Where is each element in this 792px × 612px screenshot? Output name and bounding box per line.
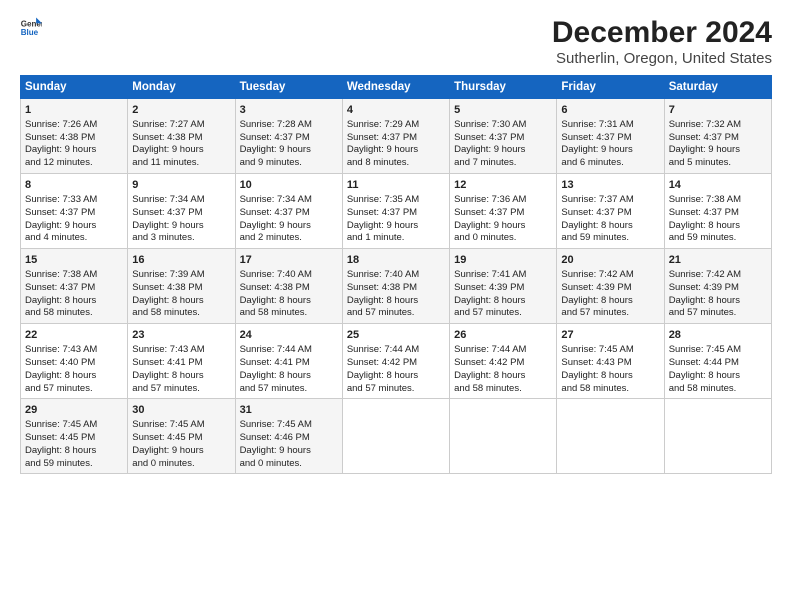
day-number: 14	[669, 178, 767, 193]
day-number: 12	[454, 178, 552, 193]
day-number: 16	[132, 253, 230, 268]
day-number: 1	[25, 103, 123, 118]
calendar-cell	[664, 399, 771, 474]
day-number: 24	[240, 328, 338, 343]
calendar-cell: 8Sunrise: 7:33 AMSunset: 4:37 PMDaylight…	[21, 174, 128, 249]
calendar-cell	[450, 399, 557, 474]
day-number: 2	[132, 103, 230, 118]
day-number: 4	[347, 103, 445, 118]
calendar-cell: 12Sunrise: 7:36 AMSunset: 4:37 PMDayligh…	[450, 174, 557, 249]
day-number: 19	[454, 253, 552, 268]
day-number: 15	[25, 253, 123, 268]
calendar-cell: 1Sunrise: 7:26 AMSunset: 4:38 PMDaylight…	[21, 99, 128, 174]
calendar-cell: 10Sunrise: 7:34 AMSunset: 4:37 PMDayligh…	[235, 174, 342, 249]
day-number: 5	[454, 103, 552, 118]
column-header-sunday: Sunday	[21, 76, 128, 99]
day-number: 31	[240, 403, 338, 418]
day-number: 10	[240, 178, 338, 193]
calendar-cell: 4Sunrise: 7:29 AMSunset: 4:37 PMDaylight…	[342, 99, 449, 174]
calendar-table: SundayMondayTuesdayWednesdayThursdayFrid…	[20, 75, 772, 474]
svg-text:Blue: Blue	[21, 28, 39, 37]
day-number: 18	[347, 253, 445, 268]
subtitle: Sutherlin, Oregon, United States	[552, 50, 772, 67]
day-number: 26	[454, 328, 552, 343]
calendar-cell: 25Sunrise: 7:44 AMSunset: 4:42 PMDayligh…	[342, 324, 449, 399]
day-number: 27	[561, 328, 659, 343]
calendar-cell	[557, 399, 664, 474]
calendar-cell: 31Sunrise: 7:45 AMSunset: 4:46 PMDayligh…	[235, 399, 342, 474]
calendar-cell: 16Sunrise: 7:39 AMSunset: 4:38 PMDayligh…	[128, 249, 235, 324]
calendar-body: 1Sunrise: 7:26 AMSunset: 4:38 PMDaylight…	[21, 99, 772, 474]
calendar-row: 8Sunrise: 7:33 AMSunset: 4:37 PMDaylight…	[21, 174, 772, 249]
day-number: 30	[132, 403, 230, 418]
day-number: 29	[25, 403, 123, 418]
calendar-cell: 11Sunrise: 7:35 AMSunset: 4:37 PMDayligh…	[342, 174, 449, 249]
calendar-row: 15Sunrise: 7:38 AMSunset: 4:37 PMDayligh…	[21, 249, 772, 324]
day-number: 3	[240, 103, 338, 118]
calendar-row: 22Sunrise: 7:43 AMSunset: 4:40 PMDayligh…	[21, 324, 772, 399]
calendar-cell: 23Sunrise: 7:43 AMSunset: 4:41 PMDayligh…	[128, 324, 235, 399]
logo: General Blue	[20, 16, 42, 38]
calendar-cell: 7Sunrise: 7:32 AMSunset: 4:37 PMDaylight…	[664, 99, 771, 174]
calendar-row: 1Sunrise: 7:26 AMSunset: 4:38 PMDaylight…	[21, 99, 772, 174]
calendar-cell: 15Sunrise: 7:38 AMSunset: 4:37 PMDayligh…	[21, 249, 128, 324]
column-header-tuesday: Tuesday	[235, 76, 342, 99]
calendar-cell: 3Sunrise: 7:28 AMSunset: 4:37 PMDaylight…	[235, 99, 342, 174]
day-number: 11	[347, 178, 445, 193]
calendar-cell: 24Sunrise: 7:44 AMSunset: 4:41 PMDayligh…	[235, 324, 342, 399]
column-header-wednesday: Wednesday	[342, 76, 449, 99]
day-number: 25	[347, 328, 445, 343]
calendar-cell: 20Sunrise: 7:42 AMSunset: 4:39 PMDayligh…	[557, 249, 664, 324]
calendar-page: General Blue December 2024 Sutherlin, Or…	[0, 0, 792, 612]
column-header-monday: Monday	[128, 76, 235, 99]
calendar-cell: 19Sunrise: 7:41 AMSunset: 4:39 PMDayligh…	[450, 249, 557, 324]
day-number: 22	[25, 328, 123, 343]
calendar-cell: 29Sunrise: 7:45 AMSunset: 4:45 PMDayligh…	[21, 399, 128, 474]
column-header-friday: Friday	[557, 76, 664, 99]
title-block: December 2024 Sutherlin, Oregon, United …	[552, 16, 772, 67]
calendar-cell: 17Sunrise: 7:40 AMSunset: 4:38 PMDayligh…	[235, 249, 342, 324]
calendar-cell: 13Sunrise: 7:37 AMSunset: 4:37 PMDayligh…	[557, 174, 664, 249]
day-number: 28	[669, 328, 767, 343]
day-number: 9	[132, 178, 230, 193]
calendar-cell: 14Sunrise: 7:38 AMSunset: 4:37 PMDayligh…	[664, 174, 771, 249]
main-title: December 2024	[552, 16, 772, 50]
calendar-cell: 28Sunrise: 7:45 AMSunset: 4:44 PMDayligh…	[664, 324, 771, 399]
calendar-cell	[342, 399, 449, 474]
calendar-cell: 22Sunrise: 7:43 AMSunset: 4:40 PMDayligh…	[21, 324, 128, 399]
day-number: 20	[561, 253, 659, 268]
day-number: 7	[669, 103, 767, 118]
calendar-cell: 21Sunrise: 7:42 AMSunset: 4:39 PMDayligh…	[664, 249, 771, 324]
calendar-cell: 30Sunrise: 7:45 AMSunset: 4:45 PMDayligh…	[128, 399, 235, 474]
calendar-cell: 6Sunrise: 7:31 AMSunset: 4:37 PMDaylight…	[557, 99, 664, 174]
day-number: 23	[132, 328, 230, 343]
day-number: 6	[561, 103, 659, 118]
column-header-saturday: Saturday	[664, 76, 771, 99]
header: General Blue December 2024 Sutherlin, Or…	[20, 16, 772, 67]
day-number: 21	[669, 253, 767, 268]
logo-icon: General Blue	[20, 16, 42, 38]
calendar-cell: 27Sunrise: 7:45 AMSunset: 4:43 PMDayligh…	[557, 324, 664, 399]
day-number: 17	[240, 253, 338, 268]
day-number: 8	[25, 178, 123, 193]
day-number: 13	[561, 178, 659, 193]
calendar-cell: 26Sunrise: 7:44 AMSunset: 4:42 PMDayligh…	[450, 324, 557, 399]
calendar-header-row: SundayMondayTuesdayWednesdayThursdayFrid…	[21, 76, 772, 99]
calendar-cell: 9Sunrise: 7:34 AMSunset: 4:37 PMDaylight…	[128, 174, 235, 249]
calendar-cell: 2Sunrise: 7:27 AMSunset: 4:38 PMDaylight…	[128, 99, 235, 174]
calendar-cell: 5Sunrise: 7:30 AMSunset: 4:37 PMDaylight…	[450, 99, 557, 174]
column-header-thursday: Thursday	[450, 76, 557, 99]
calendar-row: 29Sunrise: 7:45 AMSunset: 4:45 PMDayligh…	[21, 399, 772, 474]
calendar-cell: 18Sunrise: 7:40 AMSunset: 4:38 PMDayligh…	[342, 249, 449, 324]
